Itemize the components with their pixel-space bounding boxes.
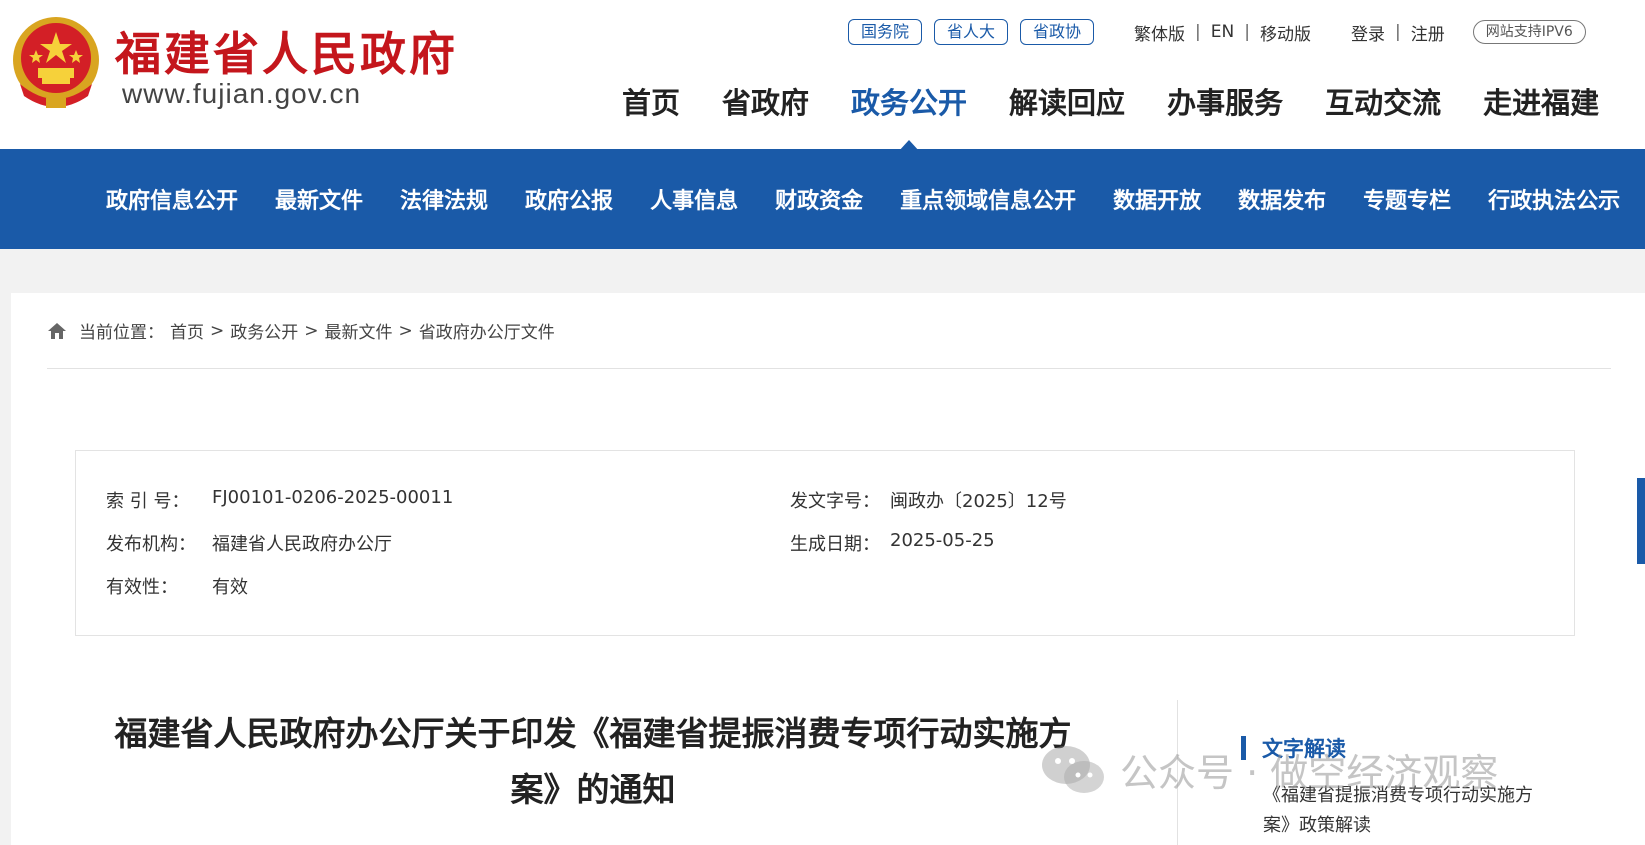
side-float-tab[interactable] <box>1637 478 1645 564</box>
divider <box>1177 700 1178 845</box>
document-title-line1: 福建省人民政府办公厅关于印发《福建省提振消费专项行动实施方 <box>114 714 1072 753</box>
meta-index: 索 引 号： FJ00101-0206-2025-00011 <box>106 487 453 513</box>
subnav-special-topics[interactable]: 专题专栏 <box>1363 183 1451 215</box>
meta-doc-no: 发文字号： 闽政办〔2025〕12号 <box>790 487 1067 513</box>
heading-marker <box>1241 736 1246 760</box>
breadcrumb-label: 当前位置： <box>79 323 164 343</box>
subnav-finance[interactable]: 财政资金 <box>775 183 863 215</box>
meta-date-value: 2025-05-25 <box>890 530 995 551</box>
meta-index-value: FJ00101-0206-2025-00011 <box>212 487 454 508</box>
link-traditional[interactable]: 繁体版 <box>1134 20 1185 45</box>
subnav-key-areas[interactable]: 重点领域信息公开 <box>900 183 1076 215</box>
site-header: 福建省人民政府 www.fujian.gov.cn 国务院 省人大 省政协 繁体… <box>0 0 1645 152</box>
nav-about-fujian[interactable]: 走进福建 <box>1483 80 1599 122</box>
policy-interpretation-line2: 案》政策解读 <box>1263 815 1371 836</box>
policy-interpretation-line1: 《福建省提振消费专项行动实施方 <box>1263 785 1533 806</box>
meta-date-label: 生成日期： <box>790 534 880 555</box>
divider: | <box>1244 22 1250 42</box>
main-nav: 首页 省政府 政务公开 解读回应 办事服务 互动交流 走进福建 <box>622 80 1641 152</box>
sidebar-heading-label: 文字解读 <box>1262 737 1346 761</box>
meta-doc-no-value: 闽政办〔2025〕12号 <box>890 491 1067 512</box>
site-url: www.fujian.gov.cn <box>122 78 362 109</box>
divider: | <box>1394 22 1401 42</box>
subnav-latest-docs[interactable]: 最新文件 <box>275 183 363 215</box>
link-provincial-congress[interactable]: 省人大 <box>934 19 1009 45</box>
site-name[interactable]: 福建省人民政府 <box>115 18 458 84</box>
breadcrumb-latest-docs[interactable]: 最新文件 <box>325 318 393 343</box>
nav-interpretation[interactable]: 解读回应 <box>1009 80 1125 122</box>
top-links: 国务院 省人大 省政协 繁体版 | EN | 移动版 登录 | 注册 网站支持I… <box>848 18 1586 46</box>
meta-issuer-label: 发布机构： <box>106 534 196 555</box>
register-link[interactable]: 注册 <box>1411 20 1445 45</box>
breadcrumb-gov-affairs[interactable]: 政务公开 <box>230 318 298 343</box>
document-title-line2: 案》的通知 <box>510 770 676 809</box>
document-title: 福建省人民政府办公厅关于印发《福建省提振消费专项行动实施方 案》的通知 <box>73 706 1113 818</box>
breadcrumb-home[interactable]: 首页 <box>170 318 204 343</box>
national-emblem-icon[interactable] <box>10 14 102 114</box>
link-state-council[interactable]: 国务院 <box>848 19 923 45</box>
meta-index-label: 索 引 号： <box>106 491 190 512</box>
divider: | <box>1195 22 1201 42</box>
meta-date: 生成日期： 2025-05-25 <box>790 530 995 556</box>
breadcrumb-office-docs[interactable]: 省政府办公厅文件 <box>419 318 555 343</box>
nav-interaction[interactable]: 互动交流 <box>1325 80 1441 122</box>
subnav-gazette[interactable]: 政府公报 <box>525 183 613 215</box>
divider <box>47 368 1611 369</box>
nav-home[interactable]: 首页 <box>622 80 680 122</box>
sidebar-heading: 文字解读 <box>1241 733 1346 763</box>
link-english[interactable]: EN <box>1211 22 1234 42</box>
breadcrumb-separator: > <box>304 320 319 341</box>
content-panel: 当前位置： 首页 > 政务公开 > 最新文件 > 省政府办公厅文件 索 引 号：… <box>11 293 1645 845</box>
meta-validity-label: 有效性： <box>106 577 178 598</box>
breadcrumb: 当前位置： 首页 > 政务公开 > 最新文件 > 省政府办公厅文件 <box>47 318 561 343</box>
subnav-data-release[interactable]: 数据发布 <box>1238 183 1326 215</box>
link-mobile[interactable]: 移动版 <box>1260 20 1311 45</box>
meta-issuer-value: 福建省人民政府办公厅 <box>212 534 392 555</box>
nav-province-gov[interactable]: 省政府 <box>722 80 809 122</box>
document-metadata: 索 引 号： FJ00101-0206-2025-00011 发文字号： 闽政办… <box>75 450 1575 636</box>
meta-doc-no-label: 发文字号： <box>790 491 880 512</box>
sub-nav: 政府信息公开 最新文件 法律法规 政府公报 人事信息 财政资金 重点领域信息公开… <box>0 149 1645 249</box>
ipv6-badge: 网站支持IPV6 <box>1472 20 1586 44</box>
login-link[interactable]: 登录 <box>1351 20 1385 45</box>
nav-services[interactable]: 办事服务 <box>1167 80 1283 122</box>
breadcrumb-separator: > <box>210 320 225 341</box>
nav-gov-affairs-open[interactable]: 政务公开 <box>851 80 967 152</box>
link-provincial-cppcc[interactable]: 省政协 <box>1020 19 1095 45</box>
subnav-personnel[interactable]: 人事信息 <box>650 183 738 215</box>
subnav-laws[interactable]: 法律法规 <box>400 183 488 215</box>
policy-interpretation-link[interactable]: 《福建省提振消费专项行动实施方 案》政策解读 <box>1263 781 1573 841</box>
subnav-law-enforcement[interactable]: 行政执法公示 <box>1488 183 1620 215</box>
subnav-info-disclosure[interactable]: 政府信息公开 <box>106 183 238 215</box>
breadcrumb-separator: > <box>398 320 413 341</box>
meta-validity-value: 有效 <box>212 577 248 598</box>
meta-validity: 有效性： 有效 <box>106 573 248 599</box>
subnav-open-data[interactable]: 数据开放 <box>1113 183 1201 215</box>
meta-issuer: 发布机构： 福建省人民政府办公厅 <box>106 530 392 556</box>
home-icon <box>48 322 66 339</box>
